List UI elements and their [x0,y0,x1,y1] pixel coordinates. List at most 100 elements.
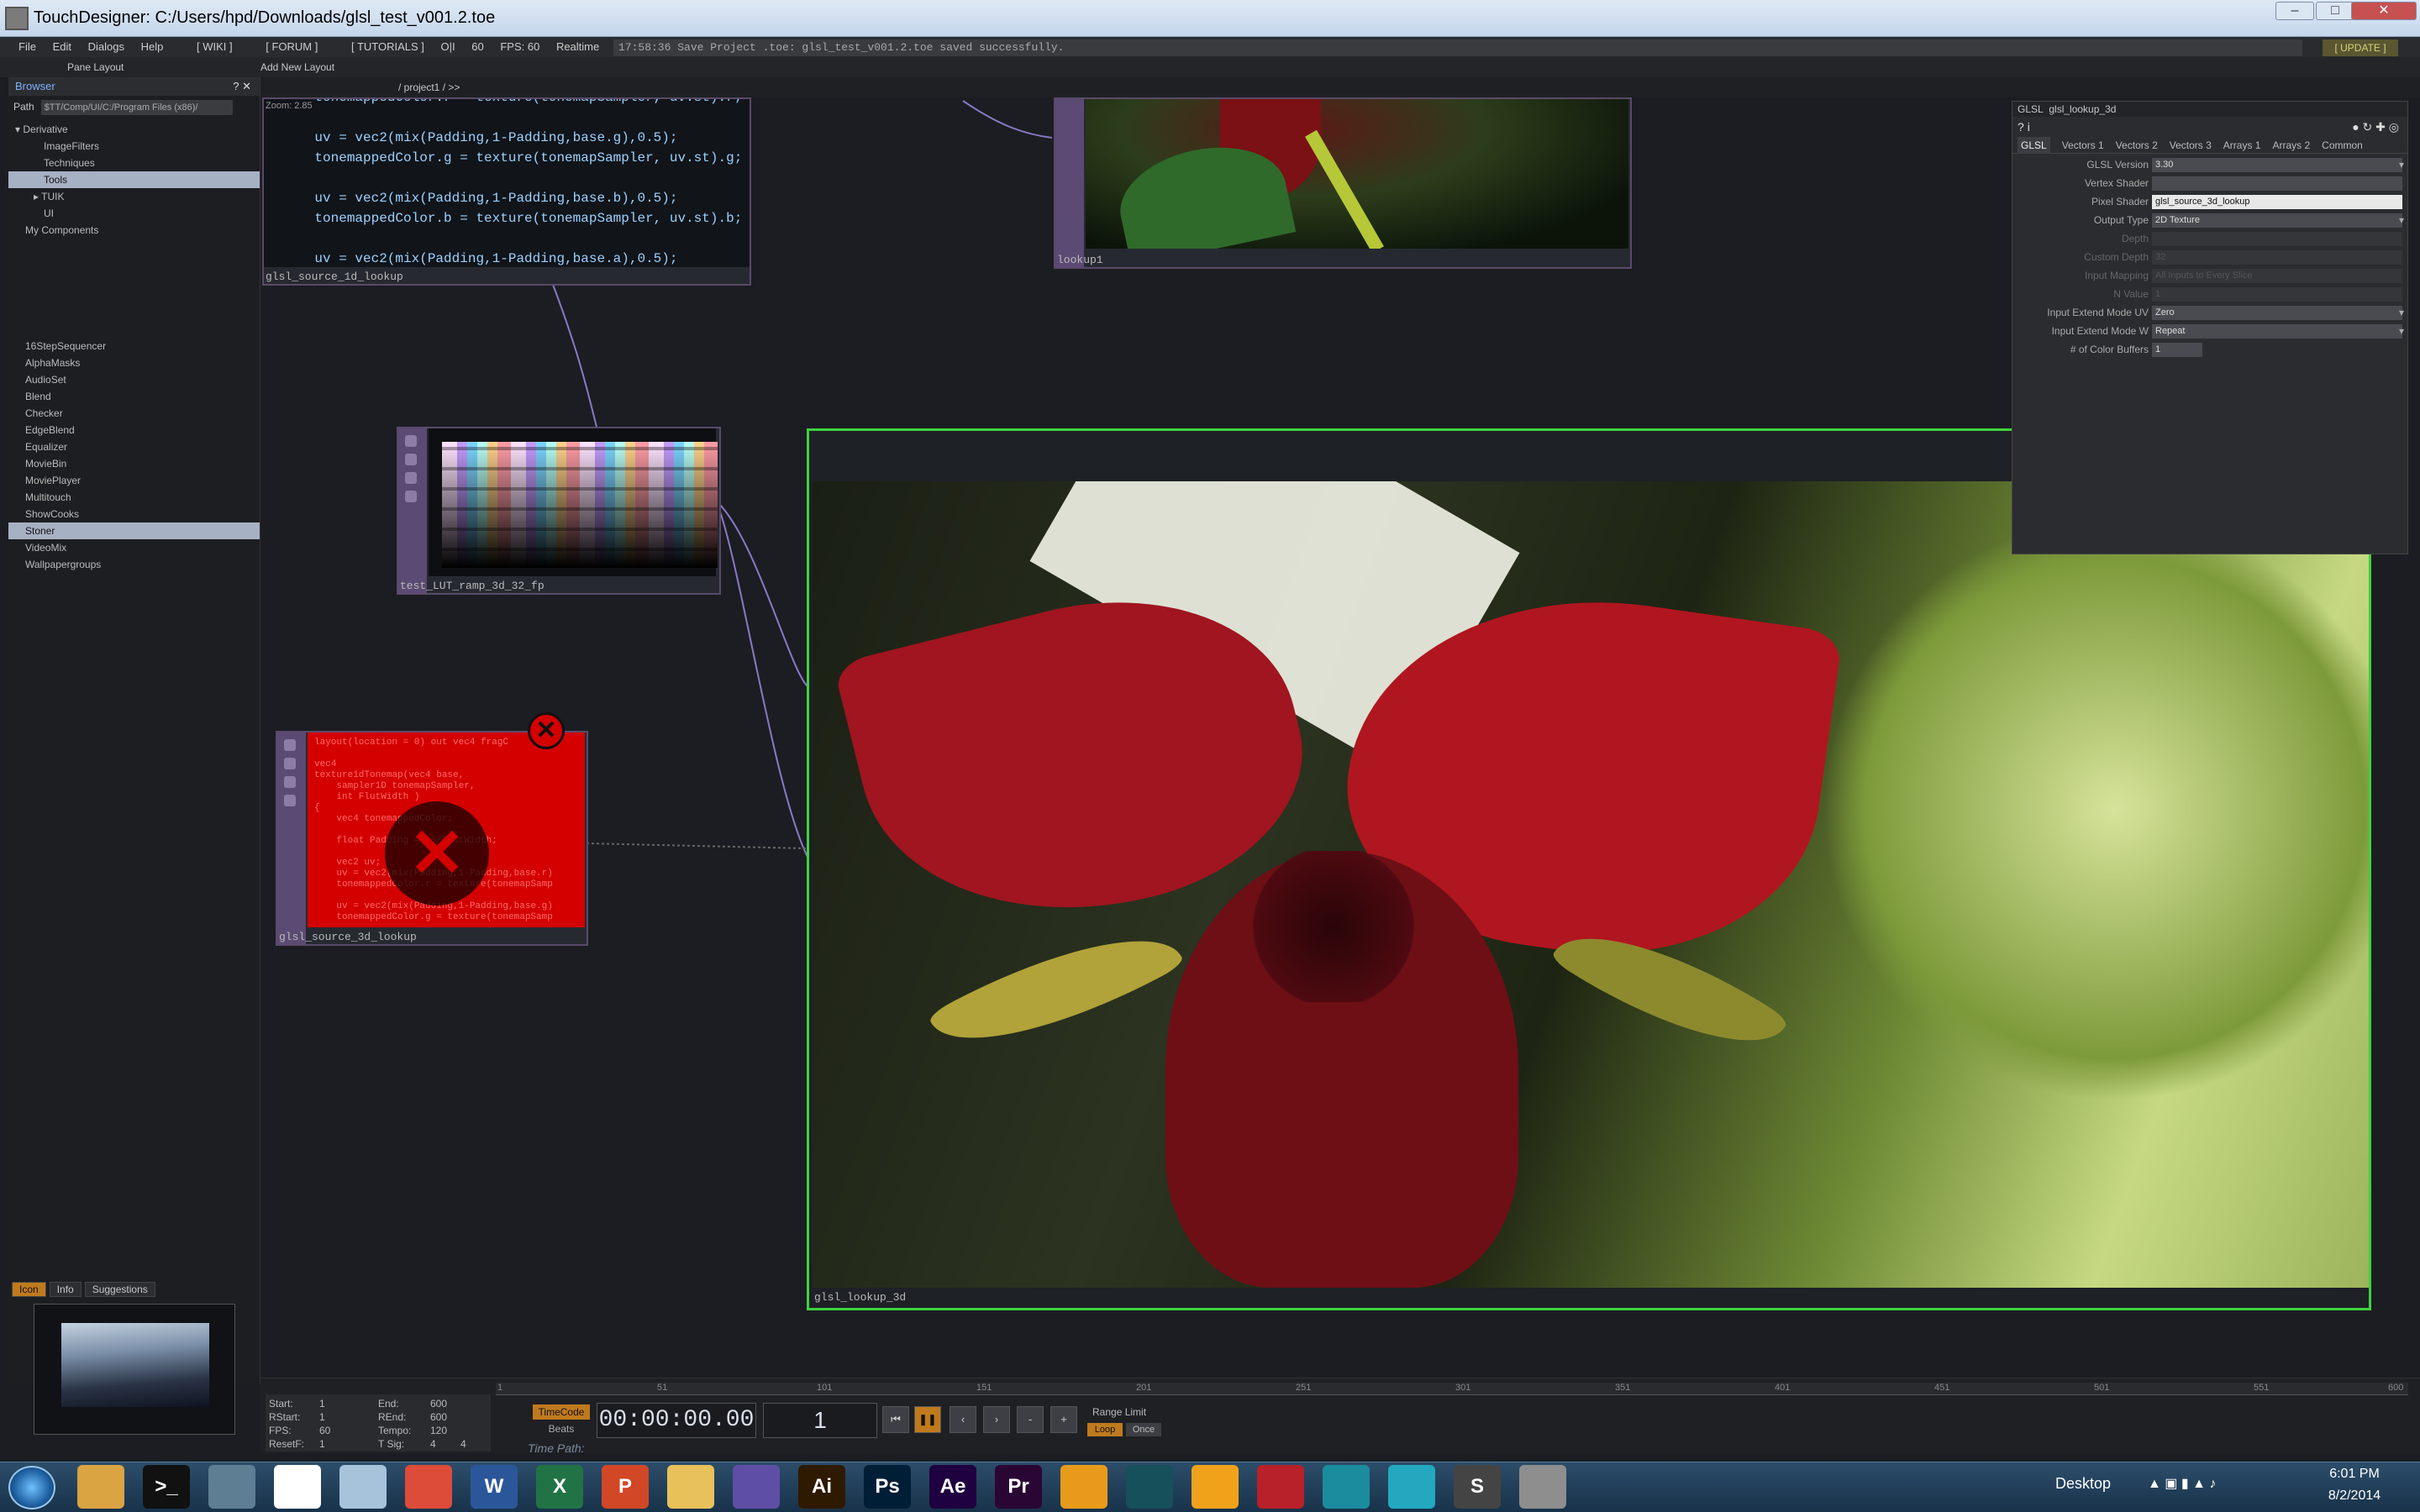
decrement-button[interactable]: - [1017,1406,1044,1433]
leaf-shape [1821,515,2369,1103]
rewind-button[interactable]: ⏮ [882,1406,909,1433]
start-value[interactable]: 1 [319,1398,325,1410]
taskbar-app-vs-icon[interactable] [733,1465,780,1509]
chevron-down-icon[interactable]: ▾ [2399,211,2404,229]
tab-vectors-1[interactable]: Vectors 1 [2062,137,2104,154]
end-label: End: [378,1398,399,1410]
tab-vectors-2[interactable]: Vectors 2 [2116,137,2158,154]
start-label: Start: [269,1398,293,1410]
pause-button[interactable]: ❚❚ [914,1406,941,1433]
node-side-bar [1055,99,1084,267]
tsig-a[interactable]: 4 [430,1438,436,1450]
pixel-shader-field[interactable]: glsl_source_3d_lookup [2152,195,2402,209]
tray-icons[interactable]: ▲ ▣ ▮ ▲ ♪ [2148,1475,2216,1492]
extend-w-dropdown[interactable]: Repeat [2152,324,2402,339]
param-toolbar-icons[interactable]: ● ↻ ✚ ◎ [2352,117,2399,137]
taskbar-app-cmd-icon[interactable]: >_ [143,1465,190,1509]
extend-uv-dropdown[interactable]: Zero [2152,306,2402,320]
chevron-down-icon[interactable]: ▾ [2399,303,2404,322]
taskbar-app-paper-icon[interactable] [339,1465,387,1509]
ruler-tick: 351 [1615,1383,1631,1393]
taskbar-app-folder-icon[interactable] [667,1465,714,1509]
fps-value[interactable]: 60 [319,1425,330,1436]
end-value[interactable]: 600 [430,1398,447,1410]
frame-display[interactable]: 1 [763,1403,877,1438]
taskbar-app-notepad-icon[interactable] [274,1465,321,1509]
taskbar-app-illustrator-icon[interactable]: Ai [798,1465,845,1509]
taskbar-app-monitor-icon[interactable] [208,1465,255,1509]
info-icon[interactable]: i [2028,120,2030,134]
taskbar-app-sublime-icon[interactable]: S [1454,1465,1501,1509]
start-button[interactable] [8,1466,55,1509]
node-test-lut-ramp[interactable]: test_LUT_ramp_3d_32_fp [397,427,721,595]
node-label[interactable]: test_LUT_ramp_3d_32_fp [400,580,544,592]
taskbar-app-maya2-icon[interactable] [1388,1465,1435,1509]
taskbar-app-word-icon[interactable]: W [471,1465,518,1509]
taskbar-app-app19-icon[interactable] [1257,1465,1304,1509]
node-label[interactable]: glsl_source_3d_lookup [279,931,417,943]
color-buffers-field[interactable]: 1 [2152,343,2202,357]
tsig-b[interactable]: 4 [460,1438,466,1450]
clock-date[interactable]: 8/2/2014 [2312,1488,2396,1504]
tab-glsl[interactable]: GLSL [2018,137,2050,154]
node-glsl-source-1d[interactable]: tonemappedColor.r = texture(tonemapSampl… [262,97,751,286]
error-badge-icon[interactable]: ✕ [528,712,565,749]
rstart-label: RStart: [269,1411,301,1423]
node-glsl-source-3d[interactable]: layout(location = 0) out vec4 fragC vec4… [276,731,588,946]
taskbar-app-photoshop-icon[interactable]: Ps [864,1465,911,1509]
ruler-tick: 151 [976,1383,992,1393]
param-glsl-version: GLSL Version 3.30 ▾ [2012,155,2407,174]
wire [715,500,809,688]
flower-center-shape [1249,851,1418,1002]
tab-arrays-1[interactable]: Arrays 1 [2223,137,2261,154]
vertex-shader-field[interactable] [2152,176,2402,191]
taskbar-app-maya1-icon[interactable] [1323,1465,1370,1509]
node-glsl-lookup-3d[interactable]: glsl_lookup_3d [807,428,2371,1310]
taskbar-app-premiere-icon[interactable]: Pr [995,1465,1042,1509]
tab-vectors-3[interactable]: Vectors 3 [2170,137,2212,154]
taskbar-app-app17-icon[interactable] [1126,1465,1173,1509]
taskbar-app-chrome-icon[interactable] [405,1465,452,1509]
beats-toggle[interactable]: Beats [533,1421,590,1436]
timecode-display[interactable]: 00:00:00.00 [597,1403,756,1438]
node-label[interactable]: glsl_lookup_3d [814,1291,906,1304]
operator-name[interactable]: glsl_lookup_3d [2049,103,2116,115]
taskbar-app-app18-icon[interactable] [1192,1465,1239,1509]
ruler-tick: 1 [497,1383,503,1393]
ruler-line [496,1394,2408,1395]
taskbar-app-explorer-icon[interactable] [77,1465,124,1509]
rstart-value[interactable]: 1 [319,1411,325,1423]
timecode-toggle[interactable]: TimeCode [533,1404,590,1420]
chevron-down-icon[interactable]: ▾ [2399,155,2404,174]
node-lookup1[interactable]: lookup1 [1054,97,1632,269]
depth-dropdown [2152,232,2402,246]
taskbar-app-aftereffects-icon[interactable]: Ae [929,1465,976,1509]
tab-arrays-2[interactable]: Arrays 2 [2272,137,2310,154]
step-back-button[interactable]: ‹ [950,1406,976,1433]
step-forward-button[interactable]: › [983,1406,1010,1433]
taskbar-app-powerpoint-icon[interactable]: P [602,1465,649,1509]
ruler-tick: 451 [1934,1383,1950,1393]
timeline-ruler[interactable] [496,1383,2408,1394]
taskbar-app-excel-icon[interactable]: X [536,1465,583,1509]
taskbar-app-touchdesigner-icon[interactable] [1519,1465,1566,1509]
increment-button[interactable]: + [1050,1406,1077,1433]
chevron-down-icon[interactable]: ▾ [2399,322,2404,340]
output-type-dropdown[interactable]: 2D Texture [2152,213,2402,228]
rend-value[interactable]: 600 [430,1411,447,1423]
tempo-value[interactable]: 120 [430,1425,447,1436]
param-vertex-shader: Vertex Shader [2012,174,2407,192]
glsl-version-dropdown[interactable]: 3.30 [2152,158,2402,172]
clock-time[interactable]: 6:01 PM [2312,1467,2396,1482]
resetf-value[interactable]: 1 [319,1438,325,1450]
node-label[interactable]: glsl_source_1d_lookup [266,270,403,283]
node-label[interactable]: lookup1 [1057,254,1103,266]
wire [545,266,597,428]
param-n-value: N Value 1 [2012,285,2407,303]
once-toggle[interactable]: Once [1126,1423,1161,1436]
loop-toggle[interactable]: Loop [1087,1423,1123,1436]
desktop-toolbar-label[interactable]: Desktop [2055,1475,2111,1493]
taskbar-app-nuke-icon[interactable] [1060,1465,1107,1509]
tab-common[interactable]: Common [2322,137,2363,154]
help-icon[interactable]: ? [2018,120,2024,134]
